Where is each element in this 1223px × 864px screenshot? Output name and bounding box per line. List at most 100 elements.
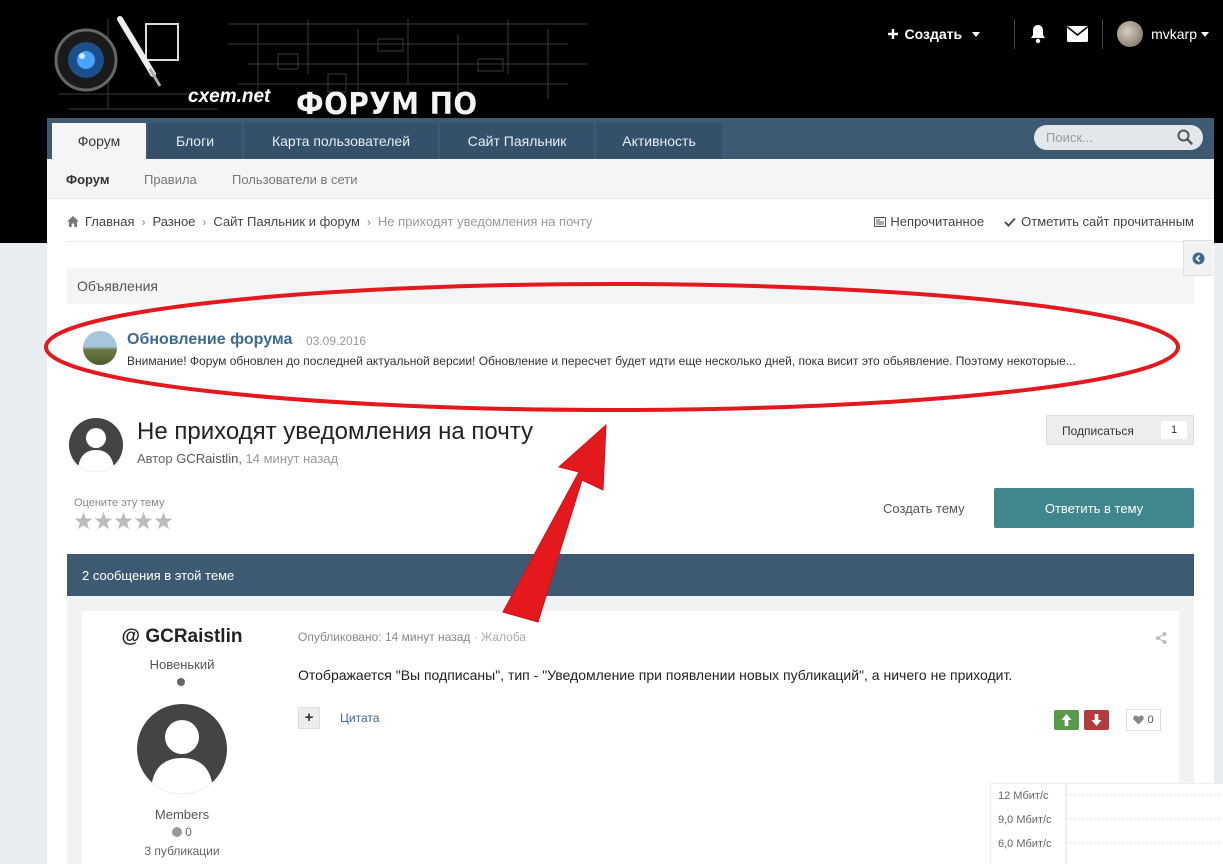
tab-activity[interactable]: Активность	[596, 123, 722, 159]
chevron-down-icon	[1201, 31, 1209, 37]
home-icon	[67, 216, 79, 227]
post-author-rank: Новенький	[149, 657, 215, 672]
create-topic-link[interactable]: Создать тему	[883, 501, 965, 516]
plus-icon	[887, 29, 898, 39]
announcement-date: 03.09.2016	[306, 334, 367, 348]
page-container: Форум Блоги Карта пользователей Сайт Пая…	[47, 118, 1214, 864]
user-silhouette-icon	[78, 428, 114, 472]
tab-blogs[interactable]: Блоги	[148, 123, 242, 159]
report-link[interactable]: Жалоба	[481, 630, 526, 644]
search-placeholder: Поиск...	[1046, 130, 1093, 145]
subnav-forum[interactable]: Форум	[66, 172, 109, 187]
announcement-avatar[interactable]	[83, 331, 117, 365]
post-author-name[interactable]: @ GCRaistlin	[82, 626, 282, 648]
user-silhouette-icon	[151, 720, 213, 794]
breadcrumb-current: Не приходят уведомления на почту	[377, 214, 593, 229]
share-icon[interactable]	[1156, 632, 1167, 644]
tab-forum[interactable]: Форум	[52, 123, 146, 159]
star-icon[interactable]	[74, 512, 93, 530]
speed-label: 12 Мбит/с	[998, 790, 1049, 802]
arrow-up-icon	[1061, 714, 1072, 726]
published-time[interactable]: 14 минут назад	[385, 630, 470, 644]
subnav-rules[interactable]: Правила	[144, 172, 197, 187]
network-speed-widget: 12 Мбит/с 9,0 Мбит/с 6,0 Мбит/с	[990, 783, 1223, 864]
breadcrumb: Главная › Разное › Сайт Паяльник и форум…	[67, 214, 592, 229]
topic-author-avatar[interactable]	[69, 418, 123, 472]
chevron-down-icon	[972, 31, 981, 37]
online-status-icon	[177, 678, 185, 686]
tab-label: Карта пользователей	[271, 133, 411, 149]
author-prefix: Автор	[137, 451, 173, 466]
bell-icon[interactable]	[1029, 24, 1047, 44]
arrow-down-icon	[1091, 714, 1102, 726]
like-count: 0	[1147, 714, 1154, 726]
rate-label: Оцените эту тему	[74, 497, 165, 509]
speed-label: 9,0 Мбит/с	[998, 814, 1052, 826]
subnav-online-users[interactable]: Пользователи в сети	[232, 172, 358, 187]
subscribe-label: Подписаться	[1062, 424, 1134, 438]
chevron-right-icon: ›	[141, 214, 146, 229]
multiquote-button[interactable]: +	[298, 707, 320, 729]
search-icon[interactable]	[1177, 129, 1193, 145]
divider	[1102, 19, 1104, 49]
sub-nav: Форум Правила Пользователи в сети	[47, 159, 1214, 199]
post-body: Отображается "Вы подписаны", тип - "Увед…	[298, 667, 1013, 683]
username: mvkarp	[1151, 26, 1197, 42]
reply-label: Ответить в тему	[1044, 500, 1144, 516]
tab-label: Активность	[622, 133, 696, 149]
post-meta: Опубликовано: 14 минут назад · Жалоба	[298, 630, 527, 644]
heart-icon	[1133, 715, 1145, 725]
star-icon[interactable]	[134, 512, 153, 530]
announcements-heading: Объявления	[67, 268, 1194, 304]
create-label: Создать	[904, 26, 963, 42]
upvote-button[interactable]	[1054, 710, 1079, 730]
chevron-right-icon: ›	[366, 214, 371, 229]
announcement-text: Внимание! Форум обновлен до последней ак…	[127, 354, 1076, 368]
announcement-item: Обновление форума 03.09.2016 Внимание! Ф…	[67, 325, 1194, 375]
topic-title: Не приходят уведомления на почту	[137, 418, 533, 445]
breadcrumb-home[interactable]: Главная	[85, 214, 134, 229]
quote-button[interactable]: Цитата	[340, 711, 379, 725]
topic-author-link[interactable]: GCRaistlin	[176, 451, 238, 466]
main-nav: Форум Блоги Карта пользователей Сайт Пая…	[47, 118, 1214, 159]
speed-label: 6,0 Мбит/с	[998, 838, 1052, 850]
tab-site-payalnik[interactable]: Сайт Паяльник	[440, 123, 594, 159]
post-author-post-count: 3 публикации	[144, 844, 220, 858]
star-icon[interactable]	[94, 512, 113, 530]
site-name: cxem.net	[188, 86, 271, 107]
announcement-title[interactable]: Обновление форума	[127, 331, 292, 349]
sidebar-toggle[interactable]	[1183, 240, 1213, 276]
envelope-icon[interactable]	[1067, 26, 1089, 42]
breadcrumb-site-forum[interactable]: Сайт Паяльник и форум	[213, 214, 359, 229]
tab-user-map[interactable]: Карта пользователей	[244, 123, 438, 159]
published-label: Опубликовано:	[298, 630, 382, 644]
tab-label: Сайт Паяльник	[467, 133, 567, 149]
site-logo[interactable]: cxem.net ФОРУМ ПО ЭЛЕКТРОНИКЕ	[48, 14, 608, 157]
divider	[1014, 19, 1016, 49]
breadcrumb-misc[interactable]: Разное	[152, 214, 195, 229]
topic-meta: Автор GCRaistlin, 14 минут назад	[137, 451, 339, 466]
posts-count-bar: 2 сообщения в этой теме	[67, 554, 1194, 596]
subscribe-count: 1	[1161, 421, 1187, 439]
arrow-left-circle-icon	[1192, 252, 1205, 265]
newspaper-icon	[874, 216, 887, 227]
post-author-avatar[interactable]	[137, 704, 227, 794]
mark-read-label: Отметить сайт прочитанным	[1021, 214, 1194, 229]
star-icon[interactable]	[114, 512, 133, 530]
topic-time: 14 минут назад	[245, 451, 339, 466]
unread-link[interactable]: Непрочитанное	[874, 214, 984, 229]
mark-site-read-link[interactable]: Отметить сайт прочитанным	[1004, 214, 1194, 229]
reply-button[interactable]: Ответить в тему	[994, 488, 1194, 528]
avatar	[1117, 21, 1144, 47]
downvote-button[interactable]	[1084, 710, 1109, 730]
post-author-reputation: 0	[82, 825, 282, 839]
unread-label: Непрочитанное	[890, 214, 985, 229]
create-menu[interactable]: Создать	[887, 26, 981, 42]
chevron-right-icon: ›	[202, 214, 207, 229]
user-menu[interactable]: mvkarp	[1117, 21, 1209, 47]
search-input[interactable]: Поиск...	[1034, 125, 1203, 150]
subscribe-button[interactable]: Подписаться 1	[1046, 415, 1194, 445]
star-icon[interactable]	[154, 512, 173, 530]
like-button[interactable]: 0	[1126, 709, 1161, 731]
divider	[67, 241, 1194, 242]
